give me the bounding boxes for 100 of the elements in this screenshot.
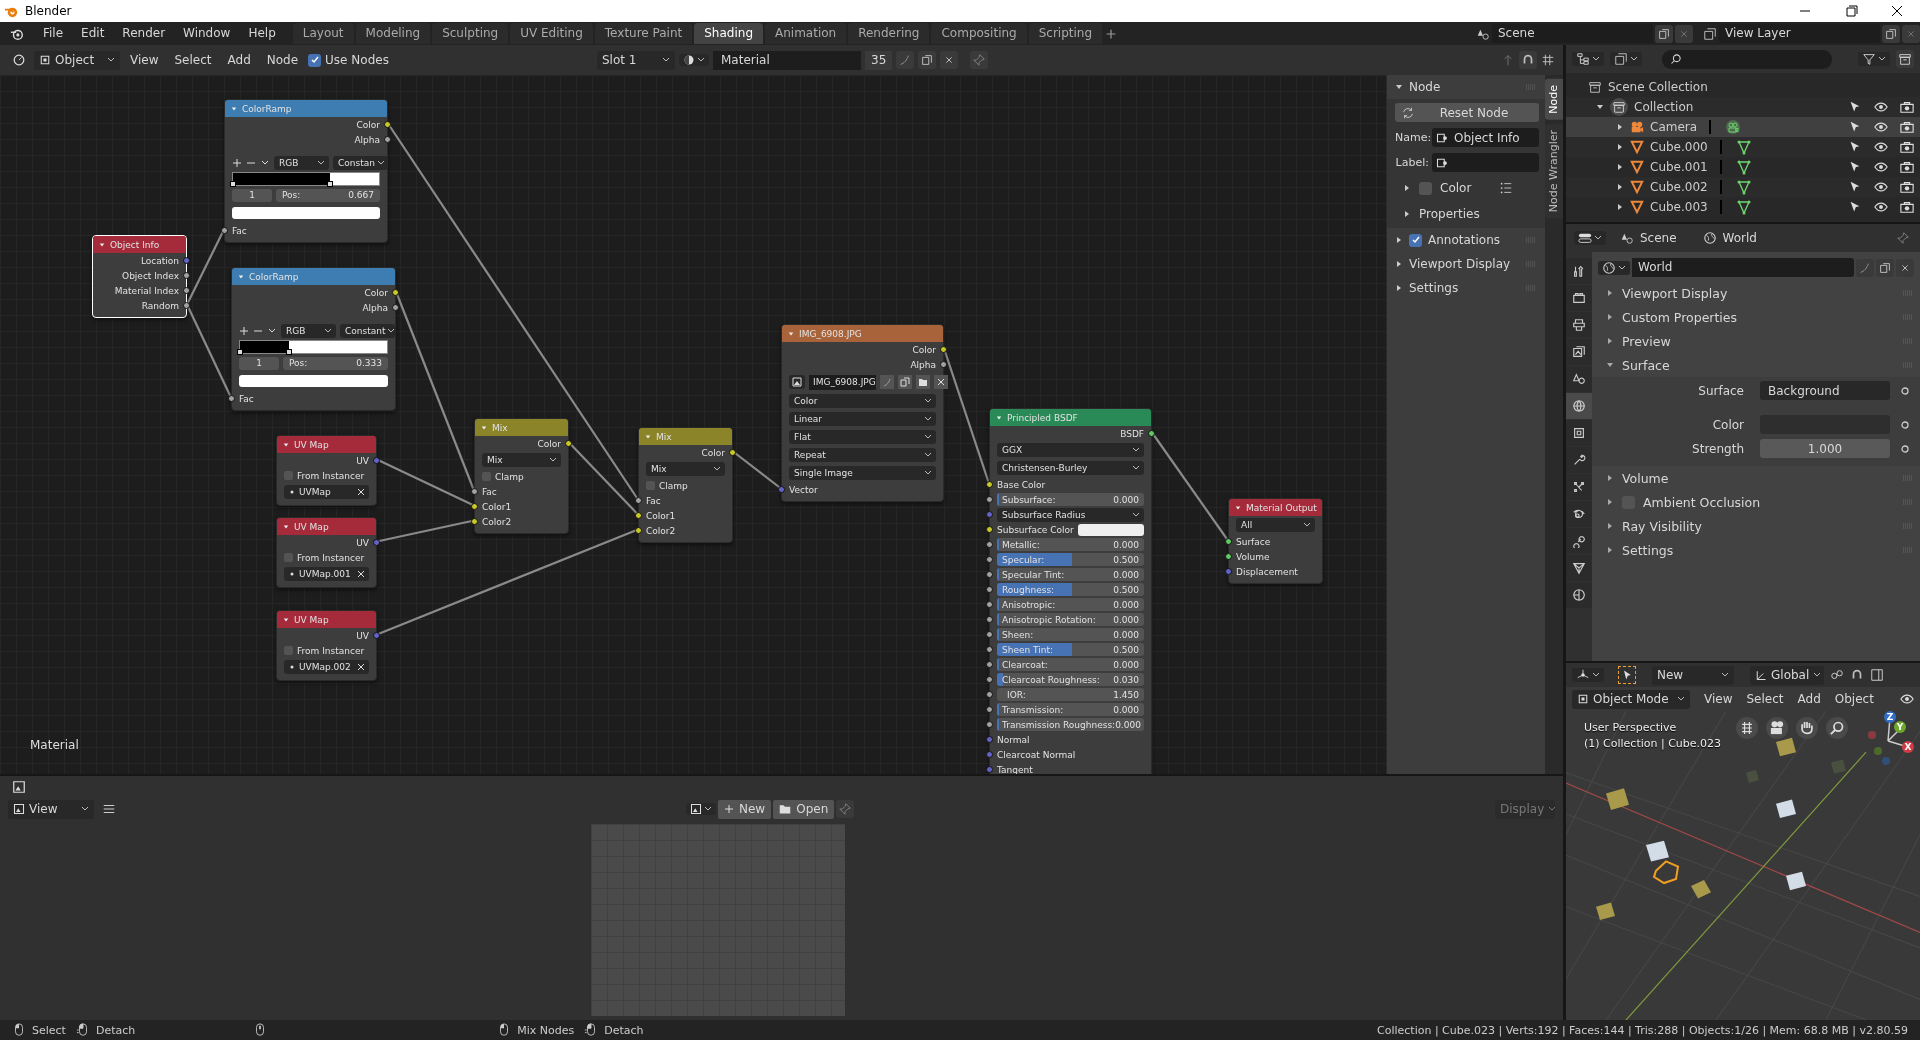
workspace-tab[interactable]: Rendering: [848, 23, 930, 44]
tree-item[interactable]: Collection: [1634, 100, 1694, 114]
node[interactable]: UV Map UV From Instancer UVMap.001: [276, 517, 377, 588]
material-field[interactable]: Material: [713, 50, 861, 70]
value-slider[interactable]: Transmission: 0.000: [997, 703, 1144, 716]
menu-item[interactable]: Render: [113, 22, 175, 45]
value-slider[interactable]: Subsurface: 0.000: [997, 493, 1144, 506]
position-field[interactable]: Pos: 0.667: [276, 188, 380, 202]
panel-title[interactable]: Surface: [1622, 357, 1670, 373]
outliner-row[interactable]: Camera: [1566, 117, 1920, 137]
menu-item[interactable]: Select: [168, 53, 218, 67]
axis-label[interactable]: Z: [1884, 711, 1896, 723]
menu-item[interactable]: Add: [221, 53, 257, 67]
panel-title[interactable]: Ray Visibility: [1622, 518, 1702, 534]
value-slider[interactable]: Transmission Roughness:0.000: [997, 718, 1144, 731]
value-slider[interactable]: Metallic: 0.000: [997, 538, 1144, 551]
menu-item[interactable]: View: [1698, 692, 1739, 706]
menu-item[interactable]: Edit: [72, 22, 114, 45]
subpanel-title[interactable]: Color: [1440, 181, 1472, 195]
dropdown[interactable]: Mix: [646, 462, 725, 476]
node[interactable]: ColorRamp Color Alpha RGB Constant 1 Pos: 0.333 Fac: [231, 267, 396, 411]
tree-item[interactable]: Cube.002: [1650, 180, 1708, 194]
menu-item[interactable]: View: [124, 53, 165, 67]
panel-title[interactable]: Viewport Display: [1409, 257, 1511, 271]
new-image-button[interactable]: New: [718, 799, 772, 819]
panel-title[interactable]: Volume: [1622, 470, 1669, 486]
value-slider[interactable]: Anisotropic: 0.000: [997, 598, 1144, 611]
value-slider[interactable]: Anisotropic Rotation: 0.000: [997, 613, 1144, 626]
outliner-row[interactable]: Cube.001: [1566, 157, 1920, 177]
workspace-tab[interactable]: Compositing: [931, 23, 1027, 44]
new-dropdown[interactable]: New: [1652, 665, 1734, 685]
menu-item[interactable]: File: [34, 22, 73, 45]
dropdown[interactable]: Constant: [340, 324, 395, 338]
view-dropdown[interactable]: View: [8, 799, 94, 819]
dropdown[interactable]: Single Image: [789, 466, 936, 480]
node-header[interactable]: Material Output: [1229, 499, 1322, 516]
axis-label[interactable]: X: [1902, 741, 1914, 753]
stop-index-field[interactable]: 1: [239, 356, 279, 370]
view-layer-field[interactable]: View Layer: [1719, 24, 1880, 43]
checkbox-label[interactable]: From Instancer: [297, 552, 365, 563]
mode-dropdown[interactable]: Object Mode: [1572, 689, 1690, 709]
node[interactable]: UV Map UV From Instancer UVMap.002: [276, 610, 377, 681]
tree-item[interactable]: Cube.003: [1650, 200, 1708, 214]
node[interactable]: ColorRamp Color Alpha RGB Constan 1 Pos: 0.667 Fac: [224, 99, 388, 243]
outliner-row[interactable]: Cube.003: [1566, 197, 1920, 217]
node-header[interactable]: ColorRamp: [225, 100, 387, 117]
panel-title[interactable]: Settings: [1409, 281, 1459, 295]
value-slider[interactable]: Sheen Tint: 0.500: [997, 643, 1144, 656]
number-field[interactable]: 1.000: [1760, 439, 1890, 458]
value-slider[interactable]: Specular Tint: 0.000: [997, 568, 1144, 581]
checkbox-label[interactable]: From Instancer: [297, 645, 365, 656]
node-header[interactable]: UV Map: [277, 436, 376, 453]
node[interactable]: Object Info Location Object Index Material Index Random: [92, 235, 187, 318]
dropdown[interactable]: Subsurface Radius: [997, 507, 1144, 522]
checkbox-label[interactable]: Clamp: [495, 471, 524, 482]
node[interactable]: Mix Color Mix Clamp Fac Color1 Color2: [638, 427, 733, 543]
scene-field[interactable]: Scene: [1492, 24, 1653, 43]
menu-item[interactable]: Select: [1740, 692, 1790, 706]
node-header[interactable]: IMG_6908.JPG: [782, 325, 943, 342]
dropdown[interactable]: Flat: [789, 430, 936, 444]
node[interactable]: Material Output All Surface Volume Displacement: [1228, 498, 1323, 584]
dropdown[interactable]: RGB: [281, 324, 336, 338]
workspace-tab[interactable]: Animation: [765, 23, 847, 44]
workspace-tab[interactable]: UV Editing: [510, 23, 593, 44]
open-image-button[interactable]: Open: [773, 799, 835, 819]
menu-item[interactable]: Help: [239, 22, 285, 45]
subpanel-title[interactable]: Properties: [1419, 207, 1480, 221]
tree-item[interactable]: Cube.001: [1650, 160, 1708, 174]
workspace-tab[interactable]: Modeling: [355, 23, 431, 44]
world-field[interactable]: World: [1632, 258, 1854, 277]
dropdown[interactable]: RGB: [274, 156, 329, 170]
workspace-tab[interactable]: Texture Paint: [594, 23, 693, 44]
uv-map-field[interactable]: UVMap.001: [284, 567, 369, 581]
value-slider[interactable]: IOR: 1.450: [997, 688, 1144, 701]
dropdown[interactable]: All: [1236, 518, 1315, 532]
panel-title[interactable]: Preview: [1622, 333, 1671, 349]
dropdown[interactable]: GGX: [997, 443, 1144, 457]
uv-map-field[interactable]: UVMap: [284, 485, 369, 499]
user-count[interactable]: 35: [865, 50, 893, 70]
checkbox-label[interactable]: Clamp: [659, 480, 688, 491]
menu-item[interactable]: Object: [1828, 692, 1880, 706]
position-field[interactable]: Pos: 0.333: [283, 356, 388, 370]
node-header[interactable]: UV Map: [277, 611, 376, 628]
checkbox-label[interactable]: Use Nodes: [325, 53, 389, 67]
sidebar-tab[interactable]: Node Wrangler: [1545, 123, 1563, 218]
sidebar-tab[interactable]: Node: [1545, 79, 1563, 120]
image-name-field[interactable]: IMG_6908.JPG: [809, 374, 876, 390]
stop-index-field[interactable]: 1: [232, 188, 272, 202]
reset-node-button[interactable]: Reset Node: [1395, 103, 1539, 122]
tree-item[interactable]: Cube.000: [1650, 140, 1708, 154]
dropdown[interactable]: Mix: [482, 453, 561, 467]
workspace-tab[interactable]: Scripting: [1028, 23, 1103, 44]
dropdown[interactable]: Repeat: [789, 448, 936, 462]
node-header[interactable]: ColorRamp: [232, 268, 395, 285]
name-field[interactable]: Object Info: [1432, 128, 1539, 147]
menu-item[interactable]: Add: [1791, 692, 1827, 706]
dropdown[interactable]: Constan: [333, 156, 388, 170]
node[interactable]: UV Map UV From Instancer UVMap: [276, 435, 377, 506]
dropdown[interactable]: Color: [789, 394, 936, 408]
slot-dropdown[interactable]: Slot 1: [597, 50, 675, 70]
